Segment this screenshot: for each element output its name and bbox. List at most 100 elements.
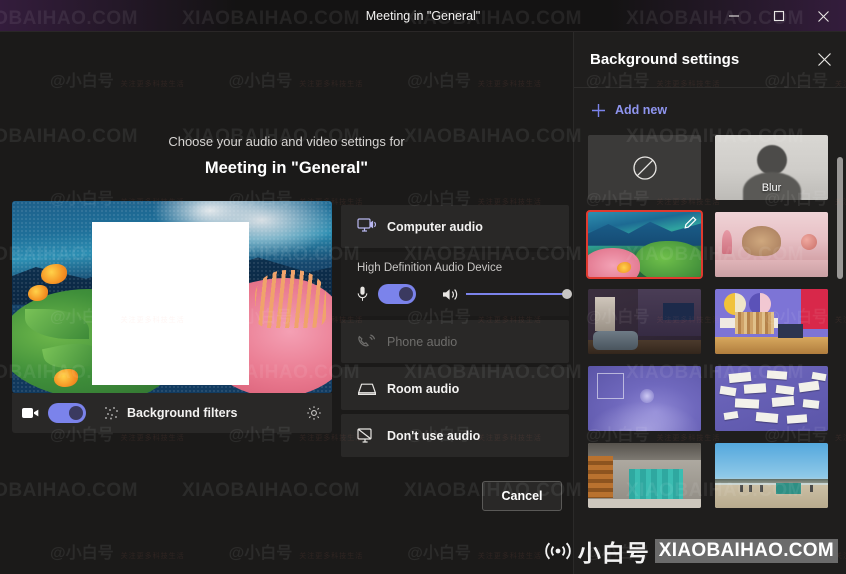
close-icon[interactable] [817,52,832,67]
thumb-beach-tent [776,483,801,494]
background-thumbnail-scroll: Blur [574,135,846,545]
thumb-note [723,410,739,420]
background-filters-bar: Background filters [12,393,332,433]
audio-device-block: High Definition Audio Device [341,252,573,316]
thumb-night-frame [597,372,625,399]
thumb-beach-horizon [715,479,828,484]
background-thumbnail-notes[interactable] [715,366,828,431]
close-icon[interactable] [801,0,846,32]
volume-slider[interactable] [466,289,573,299]
thumb-note [755,411,779,423]
background-thumbnail-atrium[interactable] [588,443,701,508]
background-thumbnail-grid: Blur [586,135,833,508]
background-thumbnail-night[interactable] [588,366,701,431]
thumb-atrium-glass [628,469,683,501]
background-thumbnail-beach[interactable] [715,443,828,508]
audio-option-room[interactable]: Room audio [341,367,569,410]
preview-privacy-overlay [92,222,249,386]
thumb-desert-plant [721,230,732,255]
volume-slider-thumb[interactable] [562,289,573,299]
background-thumbnail-none[interactable] [588,135,701,200]
phone-audio-icon [357,333,387,350]
camera-toggle[interactable] [48,403,86,423]
background-thumbnail-desert[interactable] [715,212,828,277]
prejoin-meeting-name: Meeting in "General" [204,159,369,177]
sparkle-filter-icon [104,406,119,420]
background-thumbnail-caption: Blur [761,182,782,194]
minimize-icon[interactable] [711,0,756,32]
thumb-desert-sphere [800,234,817,251]
site-logo-watermark: 小白号 XIAOBAIHAO.COM [543,534,838,568]
video-preview[interactable] [12,201,332,393]
camera-icon [22,407,39,419]
thumb-shelf-desk [715,337,828,354]
panel-scrollbar[interactable] [837,135,843,545]
maximize-icon[interactable] [756,0,801,32]
toggle-knob [69,406,83,420]
thumb-beach-person [760,485,764,493]
thumb-room-sofa [592,330,638,351]
background-thumbnail-art[interactable] [586,210,703,279]
cancel-button[interactable]: Cancel [482,481,562,511]
add-new-label: Add new [615,103,668,117]
audio-option-label: Room audio [387,381,460,396]
thumb-beach-person [739,485,743,493]
thumb-art-pink [588,248,640,277]
thumb-note [811,371,827,381]
panel-header: Background settings [574,32,846,88]
broadcast-icon [543,540,573,562]
thumb-atrium-wood [588,456,613,498]
audio-device-name: High Definition Audio Device [357,262,503,274]
thumb-beach-person [748,485,752,493]
speaker-icon [442,287,464,302]
audio-options-list: Computer audio High Definition Audio Dev… [341,205,573,461]
thumb-beach-person [809,485,813,493]
audio-option-none[interactable]: Don't use audio [341,414,569,457]
thumb-note [766,369,788,380]
audio-option-label: Don't use audio [387,428,481,443]
thumb-desert-shell [742,226,781,257]
audio-option-computer[interactable]: Computer audio [341,205,569,248]
background-filters-label: Background filters [127,406,238,420]
thumb-shelf-cabinet [778,324,804,339]
background-thumbnail-bookshelf[interactable] [715,289,828,354]
thumb-shelf-books [735,312,774,335]
thumb-note [728,371,751,383]
thumb-note [771,396,794,408]
thumb-note [802,398,820,409]
thumb-note [735,397,760,409]
thumb-note [744,382,767,394]
add-new-background-button[interactable]: Add new [574,88,846,132]
background-thumbnail-room[interactable] [588,289,701,354]
audio-option-label: Computer audio [387,219,483,234]
panel-scrollbar-thumb[interactable] [837,157,843,279]
thumb-note [718,385,737,396]
plus-icon [591,103,606,118]
thumb-note [787,414,808,425]
gear-icon[interactable] [306,405,322,421]
thumb-atrium-floor [588,498,701,508]
window-controls [711,0,846,32]
thumb-desert-ground [715,260,828,277]
background-settings-panel: Background settings Add new Blur [573,32,846,574]
toggle-knob [398,287,413,301]
thumb-room-tv [662,303,695,321]
audio-device-controls [357,284,573,304]
thumb-night-haze [588,401,701,431]
app-window: Meeting in "General" Choose your audio a… [0,0,846,574]
logo-cn-text: 小白号 [577,540,650,566]
logo-domain-text: XIAOBAIHAO.COM [654,539,838,563]
room-audio-icon [357,382,387,396]
no-audio-icon [357,427,387,444]
edit-badge-icon[interactable] [683,215,698,230]
microphone-icon [357,286,378,302]
thumb-art-green [635,240,701,277]
audio-option-phone[interactable]: Phone audio [341,320,569,363]
background-thumbnail-blur[interactable]: Blur [715,135,828,200]
microphone-toggle[interactable] [377,284,416,304]
audio-option-label: Phone audio [387,334,458,349]
thumb-note [775,384,795,395]
thumb-room-window [594,296,616,331]
title-bar: Meeting in "General" [0,0,846,32]
thumb-note [798,380,820,392]
